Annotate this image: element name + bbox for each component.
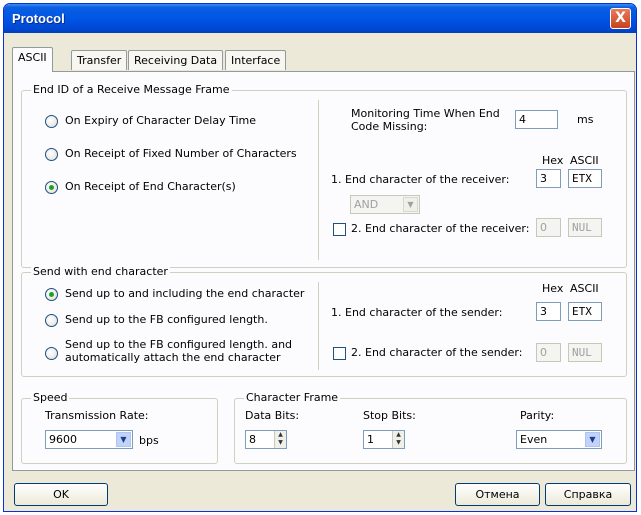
transmission-rate-label: Transmission Rate: <box>45 409 149 422</box>
chevron-down-icon: ▼ <box>116 432 131 447</box>
title-bar[interactable]: Protocol X <box>4 4 636 33</box>
radio-send-fb-attach-label-2: automatically attach the end character <box>65 351 281 364</box>
window-title: Protocol <box>12 11 65 26</box>
chevron-down-icon: ▼ <box>403 197 418 212</box>
send-end-separator <box>318 282 319 370</box>
monitoring-time-unit: ms <box>577 113 594 126</box>
sender-end-char-2-hex[interactable]: 0 <box>536 343 561 362</box>
receiver-end-char-1-hex[interactable]: 3 <box>536 169 561 188</box>
radio-send-fb-length[interactable] <box>45 314 58 327</box>
chevron-down-icon: ▼ <box>585 432 600 447</box>
parity-label: Parity: <box>520 409 555 422</box>
close-button[interactable]: X <box>610 8 631 29</box>
ok-button[interactable]: OK <box>14 483 108 506</box>
radio-send-including-end-label: Send up to and including the end charact… <box>65 287 305 300</box>
spin-arrows-icon[interactable]: ▲ ▼ <box>392 431 404 448</box>
sender-end-char-1-label: 1. End character of the sender: <box>331 306 503 319</box>
sender-end-char-1-ascii: ETX <box>568 302 602 321</box>
tab-ascii[interactable]: ASCII <box>12 47 53 72</box>
speed-group-title: Speed <box>31 391 70 404</box>
radio-end-characters[interactable] <box>45 181 58 194</box>
data-bits-spinner[interactable]: 8 ▲ ▼ <box>245 430 287 449</box>
radio-char-delay[interactable] <box>45 115 58 128</box>
stop-bits-spinner[interactable]: 1 ▲ ▼ <box>363 430 405 449</box>
radio-send-including-end[interactable] <box>45 288 58 301</box>
receiver-end-char-2-label: 2. End character of the receiver: <box>351 222 530 235</box>
radio-fixed-number-label: On Receipt of Fixed Number of Characters <box>65 147 297 160</box>
end-id-group-title: End ID of a Receive Message Frame <box>31 83 232 96</box>
radio-send-fb-attach[interactable] <box>45 347 58 360</box>
radio-char-delay-label: On Expiry of Character Delay Time <box>65 114 257 127</box>
radio-fixed-number[interactable] <box>45 148 58 161</box>
stop-bits-label: Stop Bits: <box>363 409 416 422</box>
receiver-end-char-1-ascii: ETX <box>568 169 602 188</box>
protocol-dialog: Protocol X ASCII Transfer Receiving Data… <box>3 3 637 512</box>
sender-hex-header: Hex <box>542 282 564 295</box>
tab-transfer[interactable]: Transfer <box>71 50 128 70</box>
transmission-rate-select[interactable]: 9600 ▼ <box>45 430 133 449</box>
tab-panel-ascii: End ID of a Receive Message Frame On Exp… <box>12 71 635 471</box>
stop-bits-value: 1 <box>367 433 374 446</box>
sender-end-char-2-checkbox[interactable] <box>333 347 346 360</box>
radio-send-fb-attach-label: Send up to the FB configured length. and <box>65 338 293 351</box>
help-button[interactable]: Справка <box>545 483 631 506</box>
receiver-end-char-2-checkbox[interactable] <box>333 223 346 236</box>
receiver-end-char-2-ascii: NUL <box>568 218 602 237</box>
radio-send-fb-length-label: Send up to the FB configured length. <box>65 313 268 326</box>
data-bits-label: Data Bits: <box>245 409 300 422</box>
parity-select[interactable]: Even ▼ <box>516 430 602 449</box>
character-frame-group-title: Character Frame <box>244 391 341 404</box>
spin-arrows-icon[interactable]: ▲ ▼ <box>274 431 286 448</box>
receiver-end-char-2-hex[interactable]: 0 <box>536 218 561 237</box>
cancel-button[interactable]: Отмена <box>455 483 540 506</box>
end-id-separator <box>318 100 319 260</box>
sender-ascii-header: ASCII <box>570 282 599 295</box>
radio-end-characters-label: On Receipt of End Character(s) <box>65 180 236 193</box>
monitoring-time-label-2: Code Missing: <box>351 120 428 133</box>
transmission-rate-value: 9600 <box>49 433 77 446</box>
monitoring-time-label: Monitoring Time When End <box>351 107 500 120</box>
monitoring-time-input[interactable]: 4 <box>515 110 558 129</box>
receiver-end-char-1-label: 1. End character of the receiver: <box>331 173 510 186</box>
send-end-group-title: Send with end character <box>31 265 170 278</box>
sender-end-char-2-label: 2. End character of the sender: <box>351 346 523 359</box>
tab-interface[interactable]: Interface <box>225 50 287 70</box>
transmission-rate-unit: bps <box>139 434 159 447</box>
receiver-hex-header: Hex <box>542 154 564 167</box>
receiver-ascii-header: ASCII <box>570 154 599 167</box>
tab-receiving-data[interactable]: Receiving Data <box>128 50 224 70</box>
sender-end-char-2-ascii: NUL <box>568 343 602 362</box>
logic-operator-value: AND <box>354 198 379 211</box>
sender-end-char-1-hex[interactable]: 3 <box>536 302 561 321</box>
data-bits-value: 8 <box>249 433 256 446</box>
logic-operator-select[interactable]: AND ▼ <box>350 195 420 214</box>
parity-value: Even <box>520 433 548 446</box>
